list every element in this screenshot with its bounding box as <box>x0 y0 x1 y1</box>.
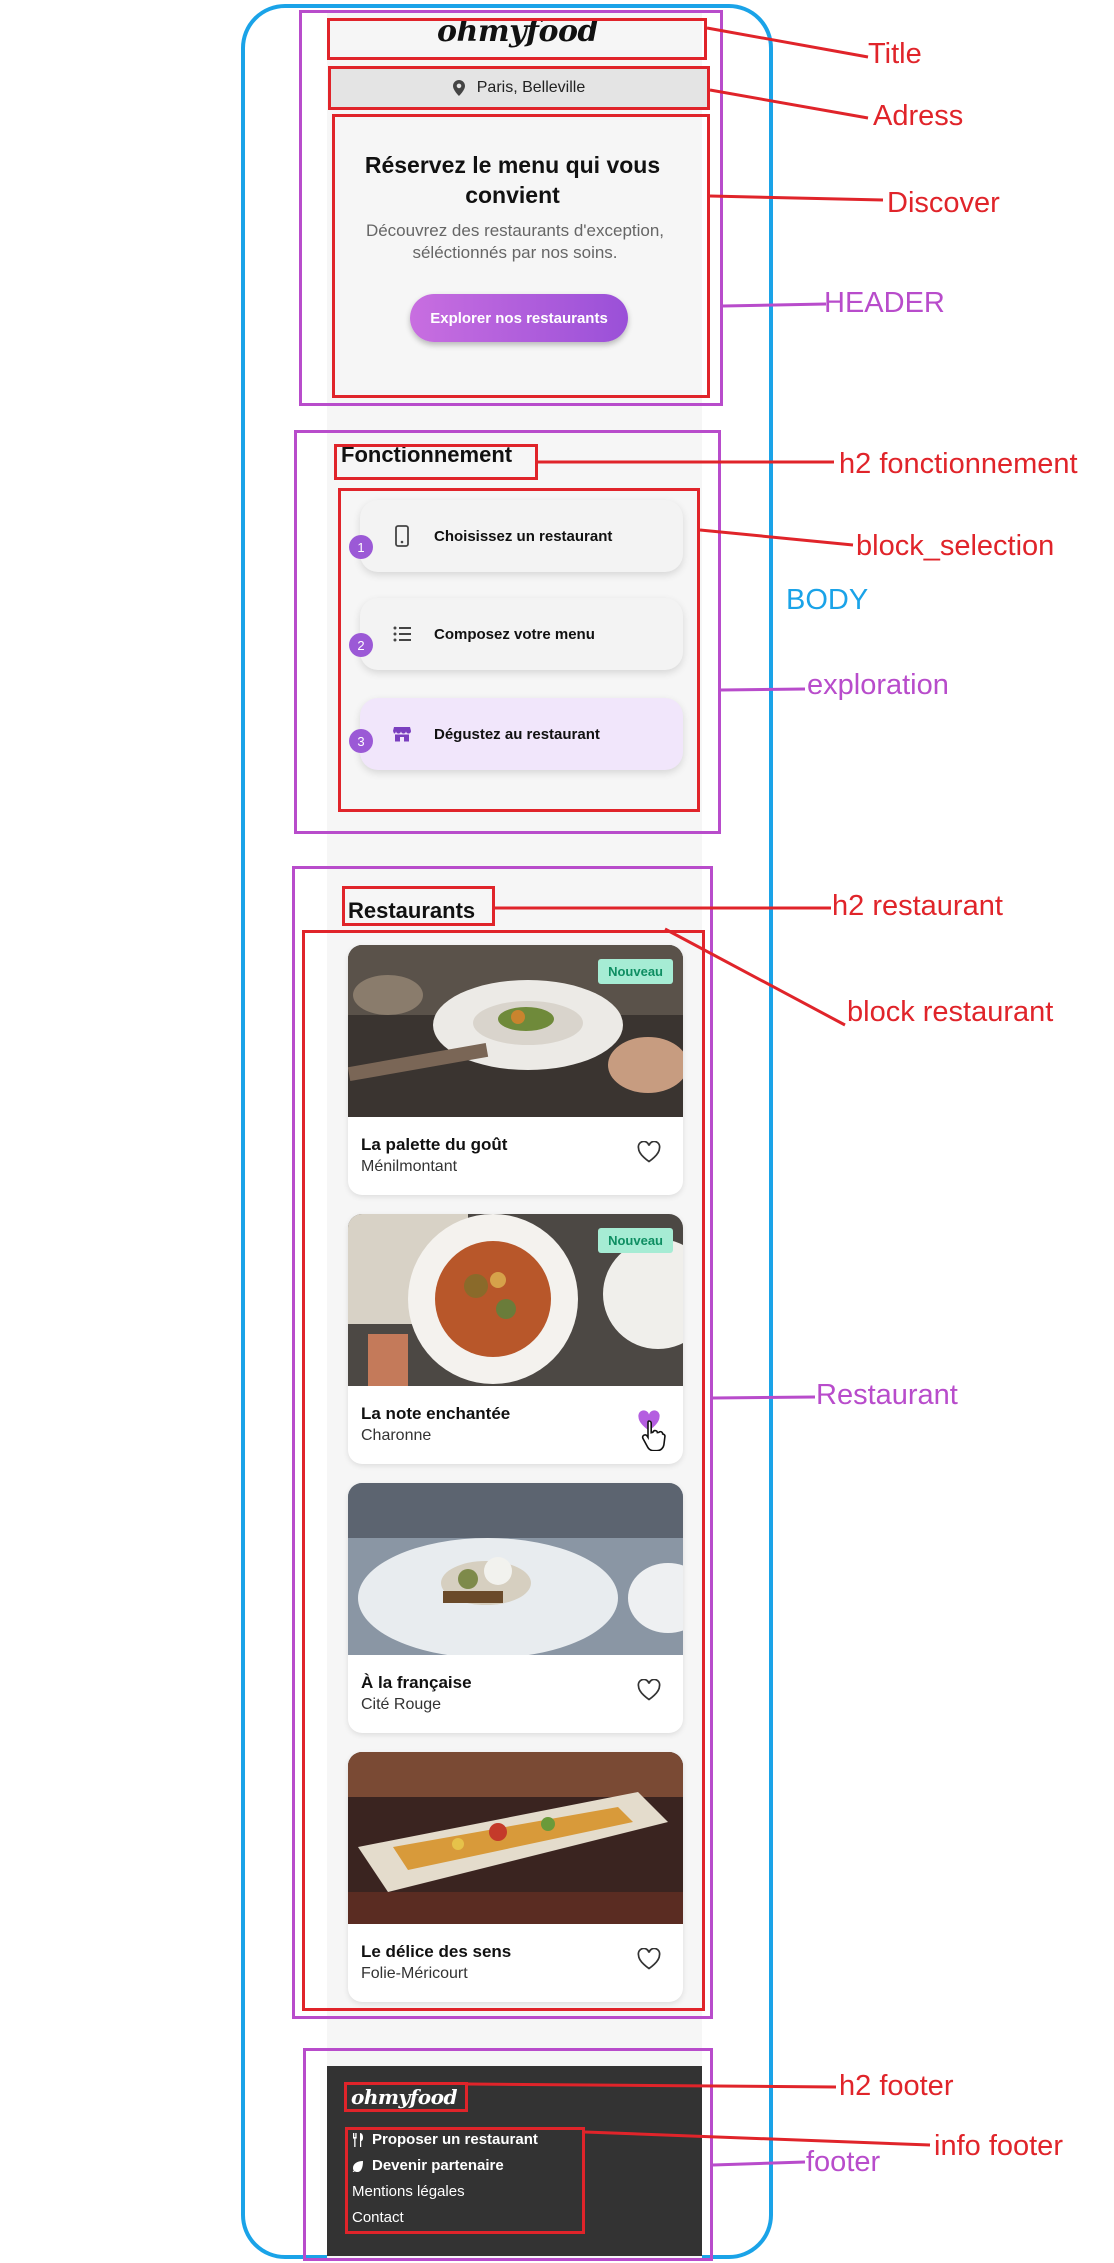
annotation-connectors <box>467 26 931 2167</box>
annotation-block-selection: block_selection <box>856 530 1055 562</box>
annotation-restaurant: Restaurant <box>816 1379 958 1411</box>
annotation-body: BODY <box>786 584 869 616</box>
annotation-footer: footer <box>806 2146 881 2178</box>
annotation-header: HEADER <box>824 287 945 319</box>
annotation-h2-fonctionnement: h2 fonctionnement <box>839 448 1078 480</box>
annotation-title: Title <box>868 38 922 70</box>
annotation-h2-restaurant: h2 restaurant <box>832 890 1003 922</box>
annotation-info-footer: info footer <box>934 2130 1063 2162</box>
annotation-h2-footer: h2 footer <box>839 2070 954 2102</box>
annotation-exploration: exploration <box>807 669 949 701</box>
annotation-block-restaurant: block restaurant <box>847 996 1054 1028</box>
annotation-discover: Discover <box>887 187 1000 219</box>
annotation-adress: Adress <box>873 100 964 132</box>
